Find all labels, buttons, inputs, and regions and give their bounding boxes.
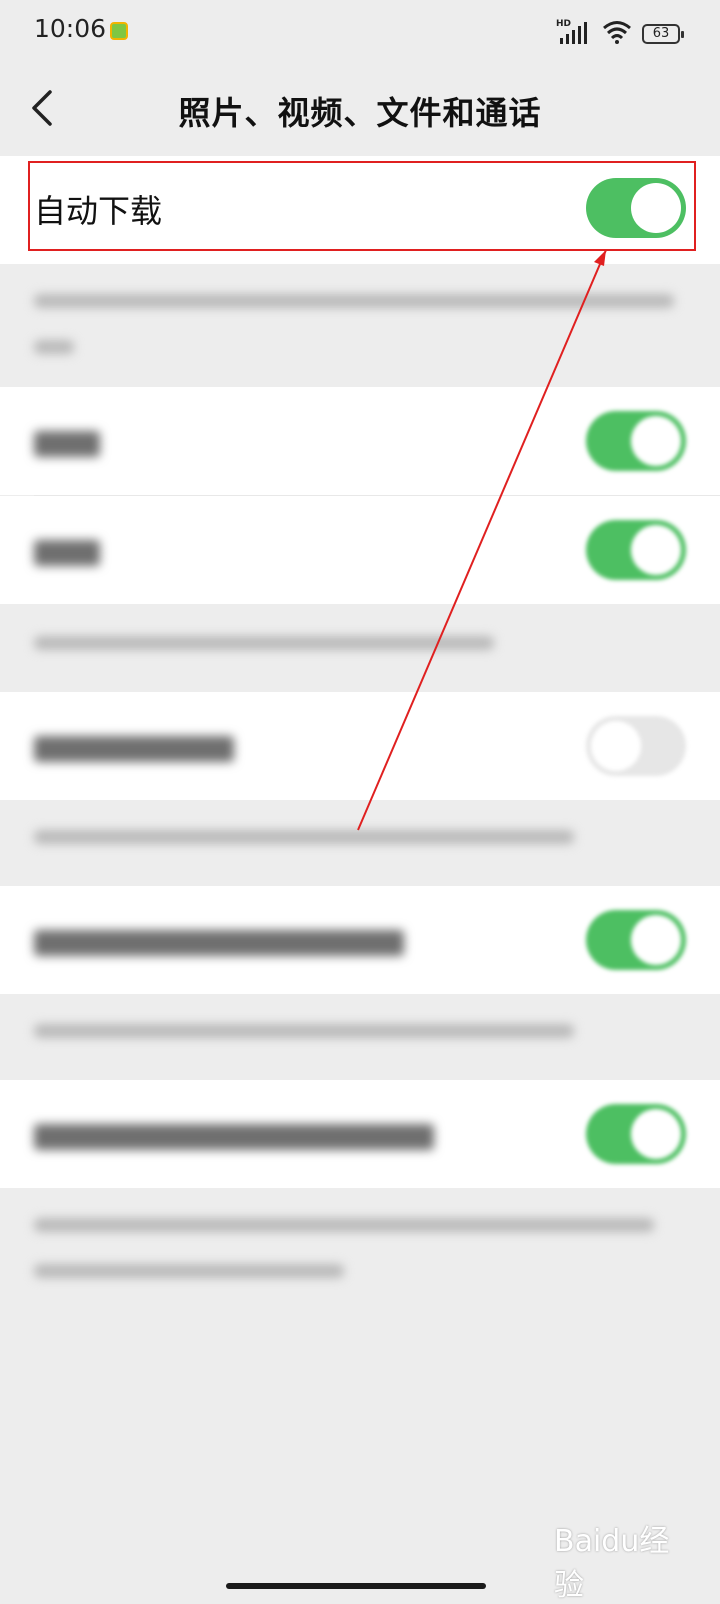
annotation-arrow <box>357 249 607 831</box>
watermark: Baidu经验 <box>554 1524 670 1603</box>
home-indicator[interactable] <box>226 1583 486 1589</box>
